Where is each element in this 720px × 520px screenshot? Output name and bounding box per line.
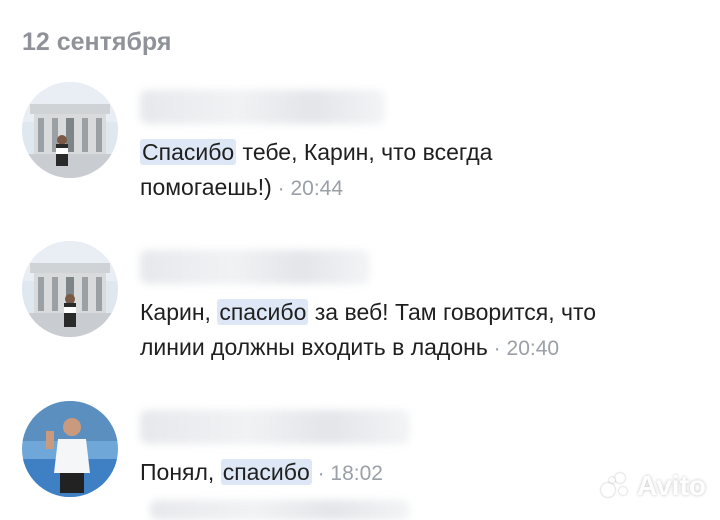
message-text-line-2: линии должны входить в ладонь · 20:40 <box>140 334 560 360</box>
message-time: 18:02 <box>330 462 383 485</box>
avito-logo-icon <box>601 473 631 499</box>
avatar[interactable] <box>22 241 118 337</box>
message-time: 20:44 <box>290 177 344 200</box>
sender-name-redacted <box>140 90 385 124</box>
avatar[interactable] <box>22 82 118 178</box>
avatar[interactable] <box>22 401 118 497</box>
message-text-line-1: Карин, спасибо за веб! Там говорится, чт… <box>140 299 597 325</box>
watermark-text: Avito <box>637 470 706 501</box>
highlighted-word: Спасибо <box>140 139 237 165</box>
date-header: 12 сентября <box>22 28 172 56</box>
avito-watermark: Avito <box>601 470 706 502</box>
highlighted-word: спасибо <box>217 299 309 325</box>
message-text-line-1: Спасибо тебе, Карин, что всегда <box>140 139 493 165</box>
sender-name-redacted <box>140 250 370 284</box>
message-text-line-1: Понял, спасибо · 18:02 <box>140 459 383 485</box>
sender-name-redacted <box>140 410 410 444</box>
next-sender-redacted <box>150 500 410 520</box>
message-time: 20:40 <box>506 337 560 360</box>
message-text-line-2: помогаешь!) · 20:44 <box>140 174 344 200</box>
highlighted-word: спасибо <box>220 459 312 485</box>
